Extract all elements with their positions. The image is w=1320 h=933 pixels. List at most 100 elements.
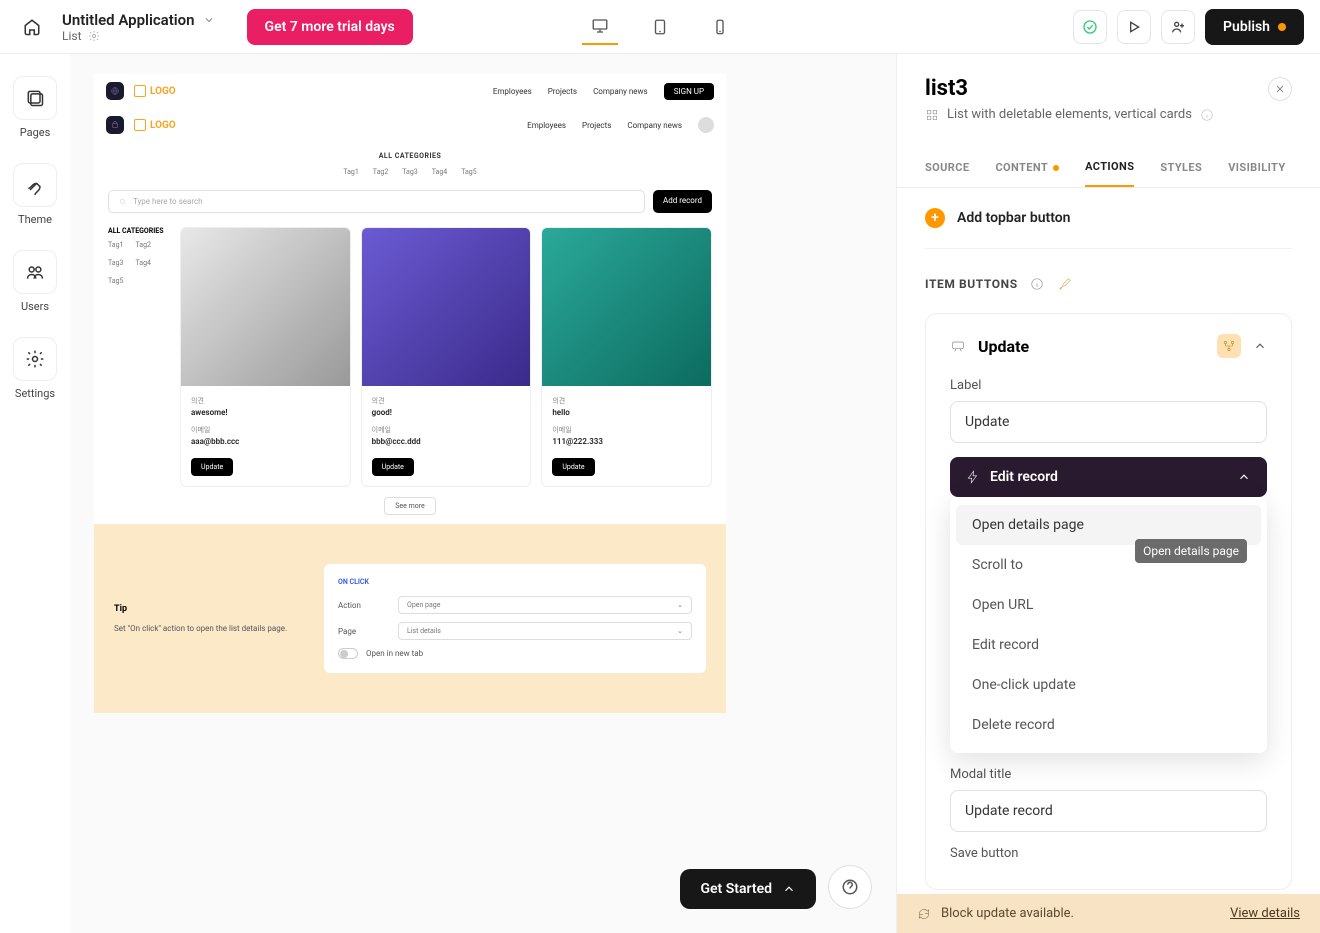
see-more-button[interactable]: See more	[384, 497, 435, 515]
publish-status-dot	[1278, 23, 1286, 31]
tab-source[interactable]: SOURCE	[925, 148, 969, 187]
dd-one-click[interactable]: One-click update	[956, 665, 1261, 705]
nav-employees-1[interactable]: Employees	[493, 87, 532, 96]
canvas-nav-1: Employees Projects Company news SIGN UP	[493, 83, 714, 100]
tab-actions[interactable]: ACTIONS	[1085, 148, 1134, 187]
chevron-down-icon	[203, 14, 215, 26]
app-title: Untitled Application	[62, 11, 195, 29]
dd-open-url[interactable]: Open URL	[956, 585, 1261, 625]
device-switcher	[582, 9, 738, 45]
modal-title-label: Modal title	[950, 767, 1267, 782]
pages-icon	[13, 76, 57, 120]
canvas-area: LOGO Employees Projects Company news SIG…	[70, 54, 896, 933]
signup-button[interactable]: SIGN UP	[664, 83, 714, 100]
avatar[interactable]	[698, 117, 714, 133]
right-panel: list3 List with deletable elements, vert…	[896, 54, 1320, 933]
breadcrumb-label: List	[62, 29, 82, 43]
close-panel-button[interactable]	[1268, 77, 1292, 101]
publish-label: Publish	[1223, 19, 1270, 35]
get-started-button[interactable]: Get Started	[680, 869, 816, 909]
item-buttons-style[interactable]	[1056, 275, 1074, 293]
page-color-1[interactable]	[106, 82, 124, 100]
nav-theme-label: Theme	[18, 213, 52, 226]
card-update-button[interactable]: Update	[552, 458, 594, 476]
nav-theme[interactable]: Theme	[13, 163, 57, 226]
add-record-button[interactable]: Add record	[653, 190, 712, 213]
publish-button[interactable]: Publish	[1205, 9, 1304, 45]
help-button[interactable]	[828, 865, 872, 909]
nav-companynews-1[interactable]: Company news	[593, 87, 648, 96]
dd-delete-record[interactable]: Delete record	[956, 705, 1261, 745]
info-icon[interactable]	[1200, 108, 1214, 122]
tag-1[interactable]: Tag1	[343, 168, 358, 176]
nav-companynews-2[interactable]: Company news	[627, 121, 682, 130]
label-field-label: Label	[950, 378, 1267, 393]
nav-projects-1[interactable]: Projects	[548, 87, 577, 96]
search-placeholder: Type here to search	[133, 197, 203, 206]
invite-users-button[interactable]	[1161, 10, 1195, 44]
nav-users-label: Users	[21, 300, 49, 313]
panel-subtitle-row: List with deletable elements, vertical c…	[925, 107, 1292, 122]
main: Pages Theme Users Settings LOGO Employee…	[0, 54, 1320, 933]
update-snackbar: Block update available. View details	[897, 894, 1320, 933]
nav-pages[interactable]: Pages	[13, 76, 57, 139]
modal-title-input[interactable]	[950, 790, 1267, 832]
fork-icon-button[interactable]	[1217, 334, 1241, 358]
nav-settings-label: Settings	[15, 387, 55, 400]
list-card[interactable]: 의견 good! 이메일 bbb@ccc.ddd Update	[361, 227, 532, 487]
tab-styles[interactable]: STYLES	[1160, 148, 1202, 187]
card-image	[181, 228, 350, 386]
topbar-right: Publish	[1073, 9, 1304, 45]
help-icon	[841, 878, 859, 896]
list-card[interactable]: 의견 awesome! 이메일 aaa@bbb.ccc Update	[180, 227, 351, 487]
panel-title: list3	[925, 76, 968, 101]
page-select[interactable]: List details⌄	[398, 622, 692, 640]
refresh-icon	[917, 907, 931, 921]
status-check-button[interactable]	[1073, 10, 1107, 44]
tip-title: Tip	[114, 604, 294, 614]
nav-projects-2[interactable]: Projects	[582, 121, 611, 130]
dd-edit-record[interactable]: Edit record	[956, 625, 1261, 665]
close-icon	[1274, 83, 1286, 95]
edit-record-expand[interactable]: Edit record	[950, 457, 1267, 497]
tag-5[interactable]: Tag5	[461, 168, 476, 176]
add-topbar-button[interactable]: + Add topbar button	[925, 204, 1292, 249]
nav-users[interactable]: Users	[13, 250, 57, 313]
home-button[interactable]	[16, 11, 48, 43]
device-tablet[interactable]	[642, 9, 678, 45]
tab-visibility[interactable]: VISIBILITY	[1228, 148, 1285, 187]
dropdown-menu: Open details page Open details page Scro…	[950, 497, 1267, 753]
action-select[interactable]: Open page⌄	[398, 596, 692, 614]
breadcrumb[interactable]: List	[62, 29, 215, 43]
all-categories-title: ALL CATEGORIES	[94, 152, 726, 160]
cursor-icon	[950, 338, 966, 354]
label-input[interactable]	[950, 401, 1267, 443]
search-input[interactable]: Type here to search	[108, 190, 645, 213]
newtab-toggle[interactable]	[338, 648, 358, 659]
canvas-body: ALL CATEGORIES Tag1Tag2 Tag3Tag4 Tag5 의견…	[94, 227, 726, 487]
panel-body: + Add topbar button ITEM BUTTONS Update …	[897, 188, 1320, 933]
tab-content[interactable]: CONTENT	[995, 148, 1059, 187]
snackbar-link[interactable]: View details	[1230, 906, 1300, 921]
tag-4[interactable]: Tag4	[432, 168, 447, 176]
chevron-up-icon[interactable]	[1253, 339, 1267, 353]
card-update-button[interactable]: Update	[372, 458, 414, 476]
tag-2[interactable]: Tag2	[373, 168, 388, 176]
list-card[interactable]: 의견 hello 이메일 111@222.333 Update	[541, 227, 712, 487]
device-mobile[interactable]	[702, 9, 738, 45]
preview-canvas[interactable]: LOGO Employees Projects Company news SIG…	[94, 74, 726, 713]
dd-tooltip: Open details page	[1135, 539, 1247, 563]
preview-button[interactable]	[1117, 10, 1151, 44]
device-desktop[interactable]	[582, 9, 618, 45]
card-update-button[interactable]: Update	[191, 458, 233, 476]
app-title-row[interactable]: Untitled Application	[62, 11, 215, 29]
item-buttons-info[interactable]	[1028, 275, 1046, 293]
nav-settings[interactable]: Settings	[13, 337, 57, 400]
nav-employees-2[interactable]: Employees	[527, 121, 566, 130]
tag-3[interactable]: Tag3	[402, 168, 417, 176]
users-icon	[13, 250, 57, 294]
page-color-2[interactable]	[106, 116, 124, 134]
canvas-logo-1: LOGO	[134, 85, 176, 97]
settings-icon	[13, 337, 57, 381]
trial-cta-button[interactable]: Get 7 more trial days	[247, 9, 413, 45]
